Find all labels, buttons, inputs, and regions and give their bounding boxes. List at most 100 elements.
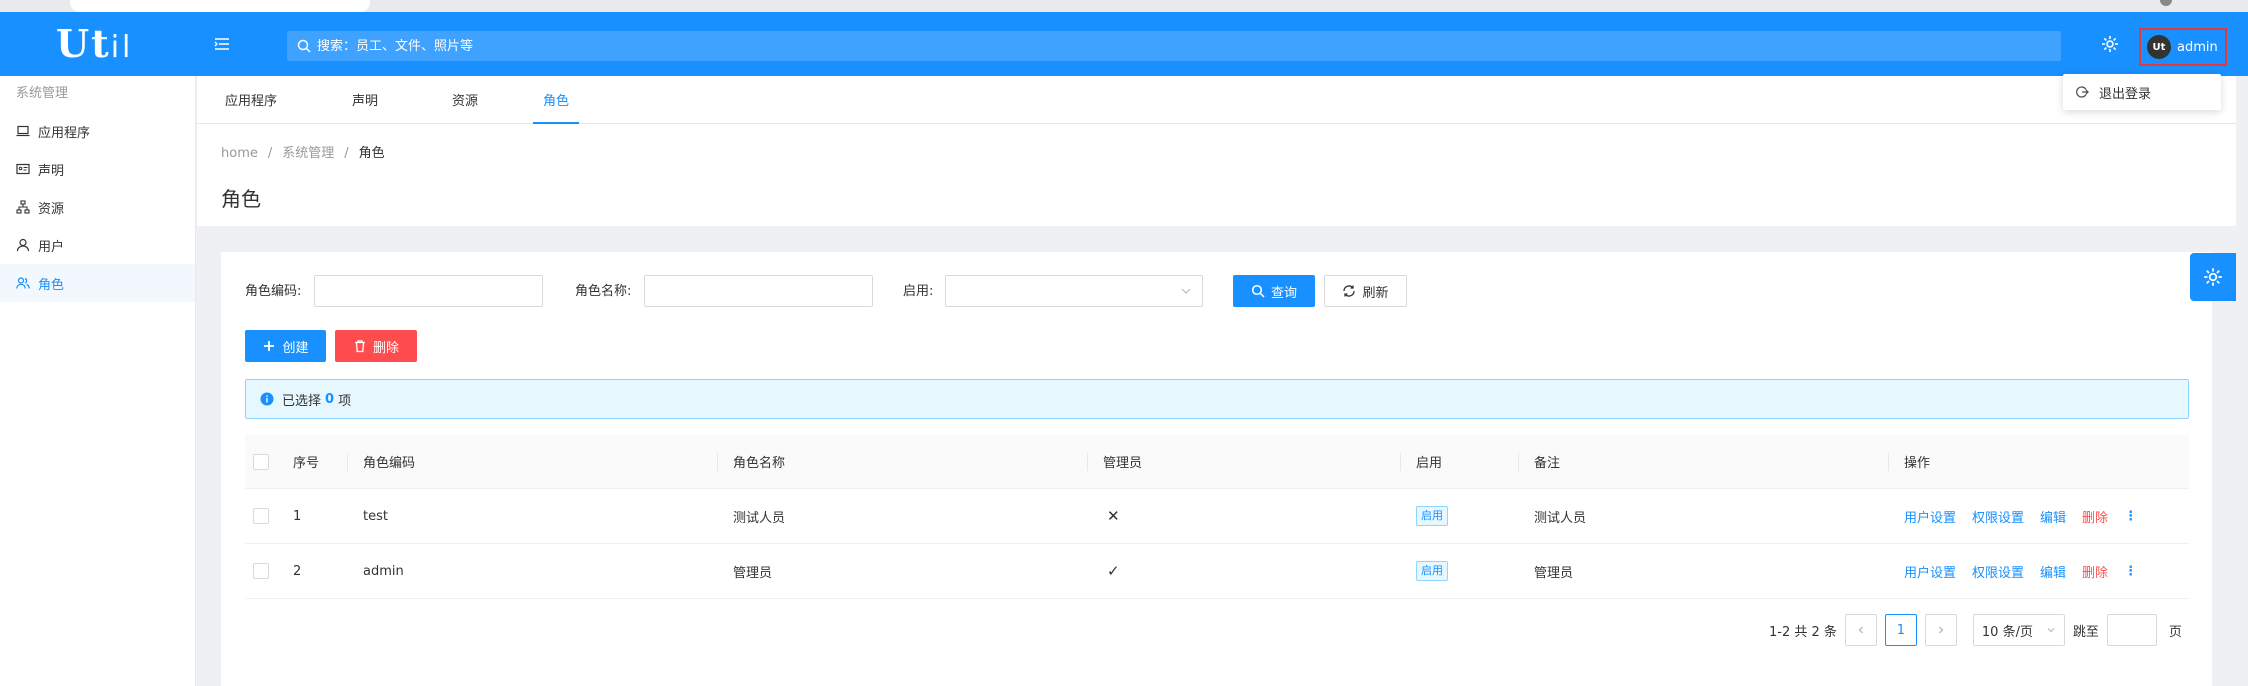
row-select-cell [253, 544, 269, 598]
sidebar-item-resources[interactable]: 资源 [0, 188, 195, 226]
cell-name: 管理员 [733, 565, 773, 581]
refresh-button-label: 刷新 [1362, 285, 1389, 301]
refresh-icon [1343, 285, 1356, 297]
cell-actions: 用户设置 权限设置 编辑 删除 ⋮ [1904, 544, 2137, 598]
trash-icon [354, 340, 365, 353]
cell-code: admin [363, 563, 404, 579]
alert-suffix: 项 [338, 393, 352, 409]
user-settings-link[interactable]: 用户设置 [1904, 507, 1956, 526]
global-search[interactable] [287, 31, 2061, 61]
app-logo[interactable]: Util [56, 22, 133, 66]
next-page-button[interactable] [1924, 614, 1957, 646]
pagination-total: 1-2 共 2 条 [1769, 624, 1837, 640]
chevron-left-icon [1858, 626, 1863, 634]
logo-text: Ut [56, 21, 111, 66]
enabled-select[interactable] [945, 275, 1203, 307]
tab-claims[interactable]: 声明 [342, 76, 388, 124]
browser-chrome [0, 0, 2248, 12]
team-icon [16, 277, 30, 289]
query-button[interactable]: 查询 [1233, 275, 1315, 307]
permission-settings-link[interactable]: 权限设置 [1972, 507, 2024, 526]
breadcrumb-system[interactable]: 系统管理 [282, 146, 334, 161]
delete-link[interactable]: 删除 [2082, 562, 2108, 581]
search-icon [1251, 284, 1265, 298]
selection-alert: 已选择 0 项 [245, 379, 2189, 419]
role-name-input[interactable] [644, 275, 873, 307]
tab-resources[interactable]: 资源 [442, 76, 488, 124]
row-select-cell [253, 489, 269, 543]
sidebar-item-label: 用户 [38, 239, 65, 255]
permission-settings-link[interactable]: 权限设置 [1972, 562, 2024, 581]
cell-admin-cross-icon: ✕ [1107, 507, 1120, 525]
header-name: 角色名称 [733, 456, 786, 471]
delete-button[interactable]: 删除 [335, 330, 417, 362]
role-code-input[interactable] [314, 275, 543, 307]
jump-page-input[interactable] [2106, 614, 2157, 646]
more-icon[interactable]: ⋮ [2124, 509, 2137, 524]
cell-actions: 用户设置 权限设置 编辑 删除 ⋮ [1904, 489, 2137, 543]
column-separator [347, 453, 348, 471]
header-code: 角色编码 [363, 456, 416, 471]
refresh-button[interactable]: 刷新 [1324, 275, 1407, 307]
roles-table: 序号 角色编码 角色名称 管理员 启用 备注 操作 1 test 测试人员 ✕ … [245, 435, 2189, 599]
tab-apps[interactable]: 应用程序 [215, 76, 287, 124]
user-settings-link[interactable]: 用户设置 [1904, 562, 1956, 581]
cell-enabled: 启用 [1416, 544, 1448, 598]
row-checkbox[interactable] [253, 563, 269, 579]
prev-page-button[interactable] [1844, 614, 1877, 646]
header-index: 序号 [293, 456, 320, 471]
header-remark: 备注 [1534, 456, 1561, 471]
more-icon[interactable]: ⋮ [2124, 564, 2137, 579]
cell-admin-check-icon: ✓ [1107, 562, 1120, 580]
menu-toggle-icon[interactable] [212, 34, 232, 54]
search-input[interactable] [317, 38, 2017, 54]
row-checkbox[interactable] [253, 508, 269, 524]
cell-name: 测试人员 [733, 510, 786, 526]
tree-icon [16, 200, 30, 214]
logout-menu-item[interactable]: 退出登录 [2063, 74, 2221, 110]
tab-bar: 应用程序 声明 资源 角色 [197, 76, 2236, 124]
page-size-select[interactable]: 10 条/页 [1972, 614, 2065, 646]
role-name-label: 角色名称: [575, 284, 632, 299]
logo-suffix: il [110, 30, 134, 65]
theme-settings-button[interactable] [2190, 253, 2236, 301]
selected-count: 0 [325, 391, 335, 407]
sidebar-item-label: 资源 [38, 201, 65, 217]
tab-roles[interactable]: 角色 [533, 76, 580, 124]
sidebar-item-roles[interactable]: 角色 [0, 264, 195, 302]
edit-link[interactable]: 编辑 [2040, 507, 2066, 526]
enabled-label: 启用: [903, 284, 934, 299]
sidebar-item-users[interactable]: 用户 [0, 226, 195, 264]
browser-tab [70, 0, 370, 12]
page-number-button[interactable]: 1 [1884, 614, 1917, 646]
cell-remark: 管理员 [1534, 565, 1574, 581]
breadcrumb-home[interactable]: home [221, 146, 258, 161]
column-separator [1518, 453, 1519, 471]
user-icon [16, 238, 30, 252]
settings-gear-icon[interactable] [2100, 34, 2120, 54]
jump-label: 跳至 [2072, 624, 2099, 640]
chevron-right-icon [1938, 626, 1944, 634]
page-header: 应用程序 声明 资源 角色 home / 系统管理 / 角色 角色 [197, 76, 2236, 226]
sidebar-item-claims[interactable]: 声明 [0, 150, 195, 188]
select-all-checkbox[interactable] [253, 453, 269, 470]
cell-enabled: 启用 [1416, 489, 1448, 543]
create-button[interactable]: 创建 [245, 330, 326, 362]
breadcrumb: home / 系统管理 / 角色 [221, 142, 385, 161]
info-icon [260, 392, 274, 406]
role-code-label: 角色编码: [245, 284, 302, 299]
page-title: 角色 [221, 187, 261, 211]
page-size-value: 10 条/页 [1981, 624, 2033, 640]
sidebar-group-title: 系统管理 [16, 86, 69, 101]
chevron-down-icon [2047, 628, 2055, 633]
delete-link[interactable]: 删除 [2082, 507, 2108, 526]
user-menu[interactable]: Ut admin [2139, 28, 2227, 66]
edit-link[interactable]: 编辑 [2040, 562, 2066, 581]
cell-index: 1 [293, 508, 302, 524]
header-actions: 操作 [1904, 456, 1931, 471]
sidebar-item-apps[interactable]: 应用程序 [0, 112, 195, 150]
sidebar-item-label: 声明 [38, 163, 65, 179]
alert-prefix: 已选择 [282, 393, 322, 409]
pagination: 1-2 共 2 条 1 10 条/页 跳至 页 [1769, 614, 2182, 646]
logout-icon [2076, 86, 2089, 98]
